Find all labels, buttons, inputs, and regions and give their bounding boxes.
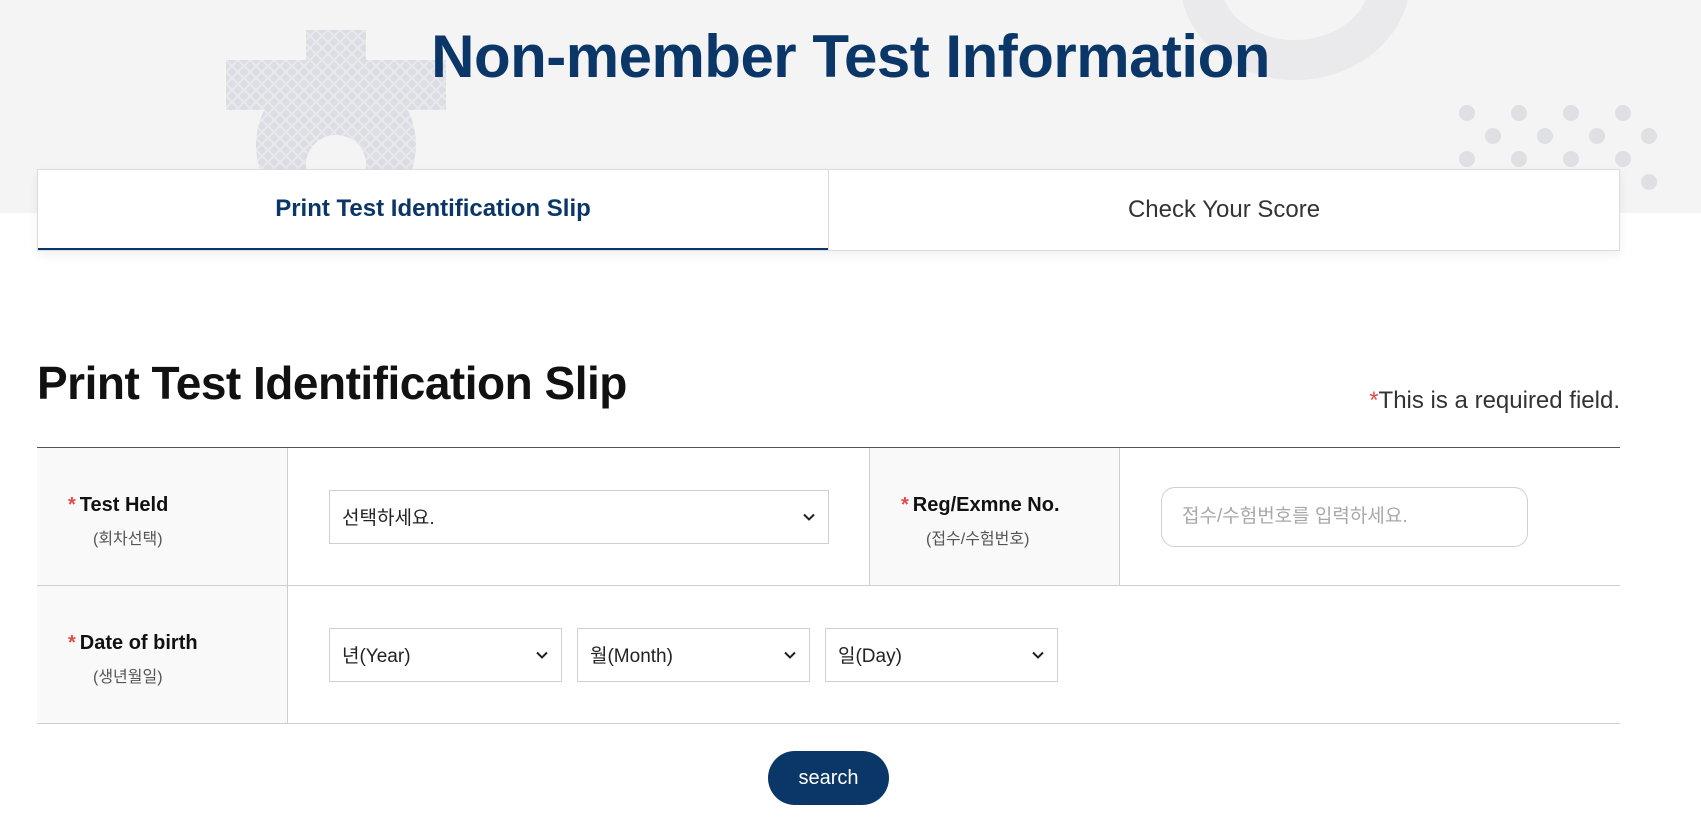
required-star: * bbox=[1369, 387, 1379, 414]
label-dob-text: Date of birth bbox=[79, 632, 198, 654]
year-value: 년(Year) bbox=[342, 646, 411, 667]
tab-print-slip[interactable]: Print Test Identification Slip bbox=[38, 170, 828, 250]
section-title: Print Test Identification Slip bbox=[37, 356, 627, 410]
label-reg-no-text: Reg/Exmne No. bbox=[912, 494, 1060, 516]
page-title: Non-member Test Information bbox=[431, 23, 1270, 90]
label-test-held: * Test Held (회차선택) bbox=[37, 448, 288, 585]
chevron-down-icon bbox=[803, 513, 815, 521]
field-dob: 년(Year) 월(Month) 일(Day) bbox=[288, 586, 1620, 723]
tab-bar: Print Test Identification Slip Check You… bbox=[37, 169, 1620, 251]
day-select[interactable]: 일(Day) bbox=[825, 627, 1058, 682]
year-select[interactable]: 년(Year) bbox=[329, 627, 562, 682]
month-value: 월(Month) bbox=[590, 646, 673, 667]
field-test-held: 선택하세요. bbox=[288, 448, 869, 585]
label-reg-no-sub: (접수/수험번호) bbox=[926, 531, 1030, 548]
label-test-held-sub: (회차선택) bbox=[93, 531, 163, 548]
test-held-value: 선택하세요. bbox=[342, 508, 435, 529]
required-note-text: This is a required field. bbox=[1378, 387, 1620, 414]
search-form: * Test Held (회차선택) 선택하세요. * Reg/Exmne No. … bbox=[37, 447, 1620, 724]
month-select[interactable]: 월(Month) bbox=[577, 627, 810, 682]
test-held-select[interactable]: 선택하세요. bbox=[329, 489, 829, 544]
label-dob: * Date of birth (생년월일) bbox=[37, 586, 288, 723]
field-reg-no bbox=[1120, 448, 1620, 585]
required-note: *This is a required field. bbox=[1369, 387, 1620, 415]
label-test-held-text: Test Held bbox=[79, 494, 169, 516]
chevron-down-icon bbox=[1032, 651, 1044, 659]
label-dob-sub: (생년월일) bbox=[93, 669, 163, 686]
required-star: * bbox=[68, 494, 76, 516]
reg-no-input[interactable] bbox=[1161, 486, 1528, 547]
tab-check-score[interactable]: Check Your Score bbox=[828, 170, 1619, 250]
search-button[interactable]: search bbox=[768, 751, 889, 805]
day-value: 일(Day) bbox=[838, 646, 902, 667]
required-star: * bbox=[68, 632, 76, 654]
label-reg-no: * Reg/Exmne No. (접수/수험번호) bbox=[869, 448, 1120, 585]
form-row-test-reg: * Test Held (회차선택) 선택하세요. * Reg/Exmne No. … bbox=[37, 448, 1620, 586]
form-row-dob: * Date of birth (생년월일) 년(Year) 월(Month) 일… bbox=[37, 586, 1620, 724]
chevron-down-icon bbox=[784, 651, 796, 659]
required-star: * bbox=[901, 494, 909, 516]
section-title-text: Print Test Identification Slip bbox=[37, 357, 627, 409]
chevron-down-icon bbox=[536, 651, 548, 659]
